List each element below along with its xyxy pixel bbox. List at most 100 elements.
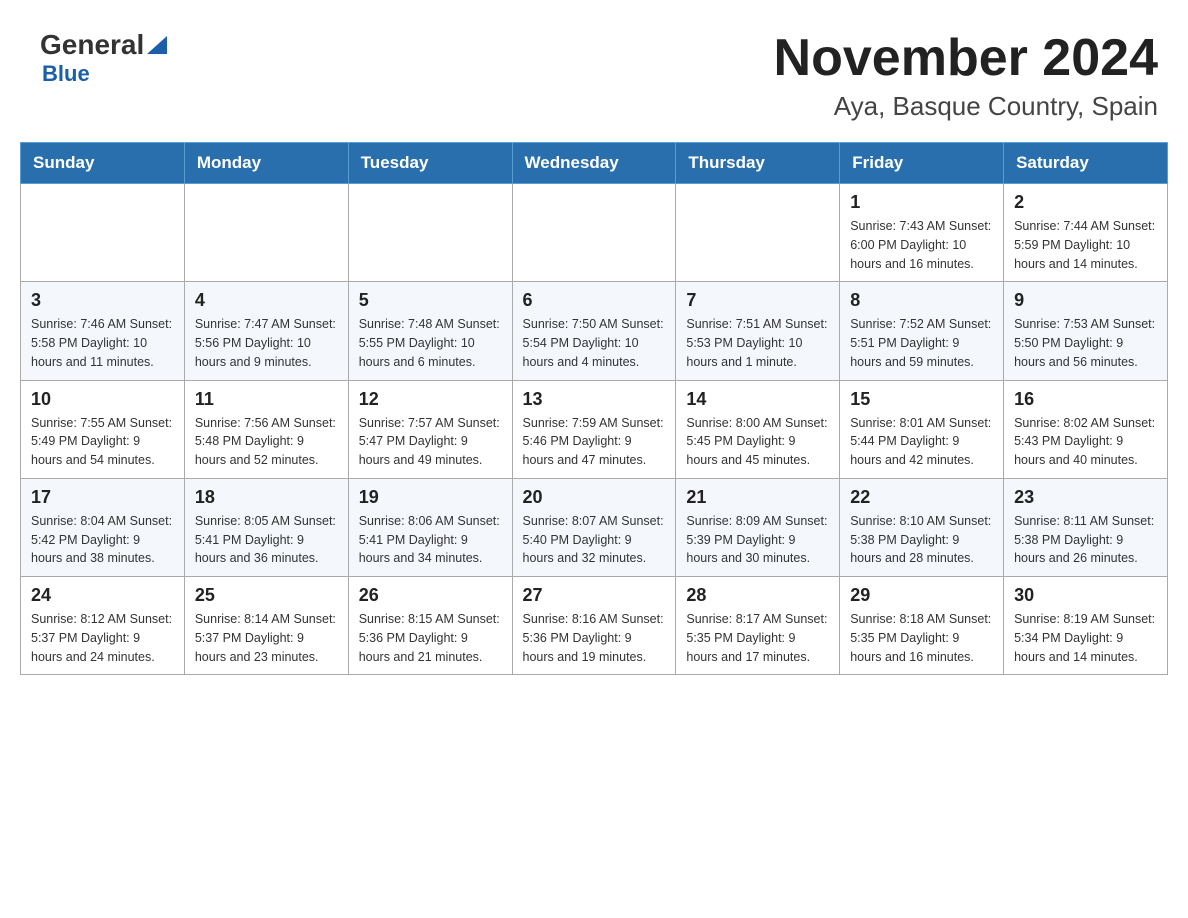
header-sunday: Sunday	[21, 143, 185, 184]
day-info: Sunrise: 8:15 AM Sunset: 5:36 PM Dayligh…	[359, 610, 502, 666]
day-number: 8	[850, 290, 993, 311]
day-info: Sunrise: 8:01 AM Sunset: 5:44 PM Dayligh…	[850, 414, 993, 470]
day-info: Sunrise: 7:44 AM Sunset: 5:59 PM Dayligh…	[1014, 217, 1157, 273]
day-number: 2	[1014, 192, 1157, 213]
header-monday: Monday	[184, 143, 348, 184]
day-number: 23	[1014, 487, 1157, 508]
day-number: 14	[686, 389, 829, 410]
day-info: Sunrise: 7:51 AM Sunset: 5:53 PM Dayligh…	[686, 315, 829, 371]
day-number: 7	[686, 290, 829, 311]
day-number: 4	[195, 290, 338, 311]
day-info: Sunrise: 7:59 AM Sunset: 5:46 PM Dayligh…	[523, 414, 666, 470]
day-info: Sunrise: 7:50 AM Sunset: 5:54 PM Dayligh…	[523, 315, 666, 371]
day-number: 5	[359, 290, 502, 311]
calendar-cell: 3 Sunrise: 7:46 AM Sunset: 5:58 PM Daylig…	[21, 282, 185, 380]
calendar-cell: 30 Sunrise: 8:19 AM Sunset: 5:34 PM Dayli…	[1004, 577, 1168, 675]
day-number: 17	[31, 487, 174, 508]
day-number: 16	[1014, 389, 1157, 410]
day-info: Sunrise: 8:05 AM Sunset: 5:41 PM Dayligh…	[195, 512, 338, 568]
day-info: Sunrise: 8:04 AM Sunset: 5:42 PM Dayligh…	[31, 512, 174, 568]
day-number: 1	[850, 192, 993, 213]
day-info: Sunrise: 8:06 AM Sunset: 5:41 PM Dayligh…	[359, 512, 502, 568]
logo-main-text: General	[40, 31, 144, 59]
day-info: Sunrise: 7:53 AM Sunset: 5:50 PM Dayligh…	[1014, 315, 1157, 371]
calendar-cell: 14Sunrise: 8:00 AM Sunset: 5:45 PM Dayli…	[676, 380, 840, 478]
day-info: Sunrise: 8:09 AM Sunset: 5:39 PM Dayligh…	[686, 512, 829, 568]
page-header: General Blue November 2024 Aya, Basque C…	[20, 20, 1168, 132]
day-info: Sunrise: 7:56 AM Sunset: 5:48 PM Dayligh…	[195, 414, 338, 470]
calendar-subtitle: Aya, Basque Country, Spain	[774, 91, 1158, 122]
weekday-header-row: Sunday Monday Tuesday Wednesday Thursday…	[21, 143, 1168, 184]
calendar-cell: 27Sunrise: 8:16 AM Sunset: 5:36 PM Dayli…	[512, 577, 676, 675]
calendar-cell	[676, 184, 840, 282]
header-thursday: Thursday	[676, 143, 840, 184]
day-number: 3	[31, 290, 174, 311]
day-info: Sunrise: 8:11 AM Sunset: 5:38 PM Dayligh…	[1014, 512, 1157, 568]
day-info: Sunrise: 7:55 AM Sunset: 5:49 PM Dayligh…	[31, 414, 174, 470]
calendar-cell: 8 Sunrise: 7:52 AM Sunset: 5:51 PM Daylig…	[840, 282, 1004, 380]
day-info: Sunrise: 8:07 AM Sunset: 5:40 PM Dayligh…	[523, 512, 666, 568]
calendar-cell: 23 Sunrise: 8:11 AM Sunset: 5:38 PM Dayli…	[1004, 478, 1168, 576]
calendar-cell: 5 Sunrise: 7:48 AM Sunset: 5:55 PM Daylig…	[348, 282, 512, 380]
calendar-cell: 7 Sunrise: 7:51 AM Sunset: 5:53 PM Daylig…	[676, 282, 840, 380]
header-friday: Friday	[840, 143, 1004, 184]
week-row-4: 17 Sunrise: 8:04 AM Sunset: 5:42 PM Dayli…	[21, 478, 1168, 576]
week-row-5: 24 Sunrise: 8:12 AM Sunset: 5:37 PM Dayli…	[21, 577, 1168, 675]
day-info: Sunrise: 8:19 AM Sunset: 5:34 PM Dayligh…	[1014, 610, 1157, 666]
calendar-cell: 4 Sunrise: 7:47 AM Sunset: 5:56 PM Daylig…	[184, 282, 348, 380]
day-number: 24	[31, 585, 174, 606]
day-info: Sunrise: 7:48 AM Sunset: 5:55 PM Dayligh…	[359, 315, 502, 371]
day-info: Sunrise: 8:12 AM Sunset: 5:37 PM Dayligh…	[31, 610, 174, 666]
calendar-cell: 11Sunrise: 7:56 AM Sunset: 5:48 PM Dayli…	[184, 380, 348, 478]
calendar-cell: 21 Sunrise: 8:09 AM Sunset: 5:39 PM Dayli…	[676, 478, 840, 576]
header-wednesday: Wednesday	[512, 143, 676, 184]
calendar-table: Sunday Monday Tuesday Wednesday Thursday…	[20, 142, 1168, 675]
day-number: 6	[523, 290, 666, 311]
day-number: 26	[359, 585, 502, 606]
week-row-3: 10 Sunrise: 7:55 AM Sunset: 5:49 PM Dayli…	[21, 380, 1168, 478]
calendar-cell	[512, 184, 676, 282]
day-number: 18	[195, 487, 338, 508]
calendar-cell	[348, 184, 512, 282]
calendar-cell: 2 Sunrise: 7:44 AM Sunset: 5:59 PM Daylig…	[1004, 184, 1168, 282]
day-info: Sunrise: 8:14 AM Sunset: 5:37 PM Dayligh…	[195, 610, 338, 666]
day-number: 9	[1014, 290, 1157, 311]
calendar-title: November 2024	[774, 30, 1158, 87]
calendar-cell: 25 Sunrise: 8:14 AM Sunset: 5:37 PM Dayli…	[184, 577, 348, 675]
calendar-cell: 1 Sunrise: 7:43 AM Sunset: 6:00 PM Daylig…	[840, 184, 1004, 282]
logo-sub-text: Blue	[42, 61, 90, 87]
day-number: 25	[195, 585, 338, 606]
calendar-cell: 22Sunrise: 8:10 AM Sunset: 5:38 PM Dayli…	[840, 478, 1004, 576]
logo-triangle-icon	[147, 32, 167, 54]
day-number: 30	[1014, 585, 1157, 606]
calendar-cell: 28Sunrise: 8:17 AM Sunset: 5:35 PM Dayli…	[676, 577, 840, 675]
calendar-cell: 18 Sunrise: 8:05 AM Sunset: 5:41 PM Dayli…	[184, 478, 348, 576]
calendar-cell: 20Sunrise: 8:07 AM Sunset: 5:40 PM Dayli…	[512, 478, 676, 576]
day-number: 21	[686, 487, 829, 508]
day-number: 13	[523, 389, 666, 410]
day-info: Sunrise: 7:46 AM Sunset: 5:58 PM Dayligh…	[31, 315, 174, 371]
calendar-cell	[21, 184, 185, 282]
calendar-cell: 24 Sunrise: 8:12 AM Sunset: 5:37 PM Dayli…	[21, 577, 185, 675]
calendar-cell: 6 Sunrise: 7:50 AM Sunset: 5:54 PM Daylig…	[512, 282, 676, 380]
day-info: Sunrise: 8:17 AM Sunset: 5:35 PM Dayligh…	[686, 610, 829, 666]
calendar-cell: 15 Sunrise: 8:01 AM Sunset: 5:44 PM Dayli…	[840, 380, 1004, 478]
day-info: Sunrise: 7:43 AM Sunset: 6:00 PM Dayligh…	[850, 217, 993, 273]
day-info: Sunrise: 8:16 AM Sunset: 5:36 PM Dayligh…	[523, 610, 666, 666]
day-info: Sunrise: 8:10 AM Sunset: 5:38 PM Dayligh…	[850, 512, 993, 568]
calendar-cell: 29Sunrise: 8:18 AM Sunset: 5:35 PM Dayli…	[840, 577, 1004, 675]
calendar-cell: 16Sunrise: 8:02 AM Sunset: 5:43 PM Dayli…	[1004, 380, 1168, 478]
title-section: November 2024 Aya, Basque Country, Spain	[774, 30, 1158, 122]
day-number: 15	[850, 389, 993, 410]
week-row-1: 1 Sunrise: 7:43 AM Sunset: 6:00 PM Daylig…	[21, 184, 1168, 282]
day-info: Sunrise: 7:47 AM Sunset: 5:56 PM Dayligh…	[195, 315, 338, 371]
calendar-cell	[184, 184, 348, 282]
day-number: 10	[31, 389, 174, 410]
day-info: Sunrise: 8:18 AM Sunset: 5:35 PM Dayligh…	[850, 610, 993, 666]
calendar-cell: 19Sunrise: 8:06 AM Sunset: 5:41 PM Dayli…	[348, 478, 512, 576]
header-saturday: Saturday	[1004, 143, 1168, 184]
day-info: Sunrise: 7:52 AM Sunset: 5:51 PM Dayligh…	[850, 315, 993, 371]
calendar-cell: 10 Sunrise: 7:55 AM Sunset: 5:49 PM Dayli…	[21, 380, 185, 478]
day-number: 12	[359, 389, 502, 410]
calendar-cell: 13 Sunrise: 7:59 AM Sunset: 5:46 PM Dayli…	[512, 380, 676, 478]
